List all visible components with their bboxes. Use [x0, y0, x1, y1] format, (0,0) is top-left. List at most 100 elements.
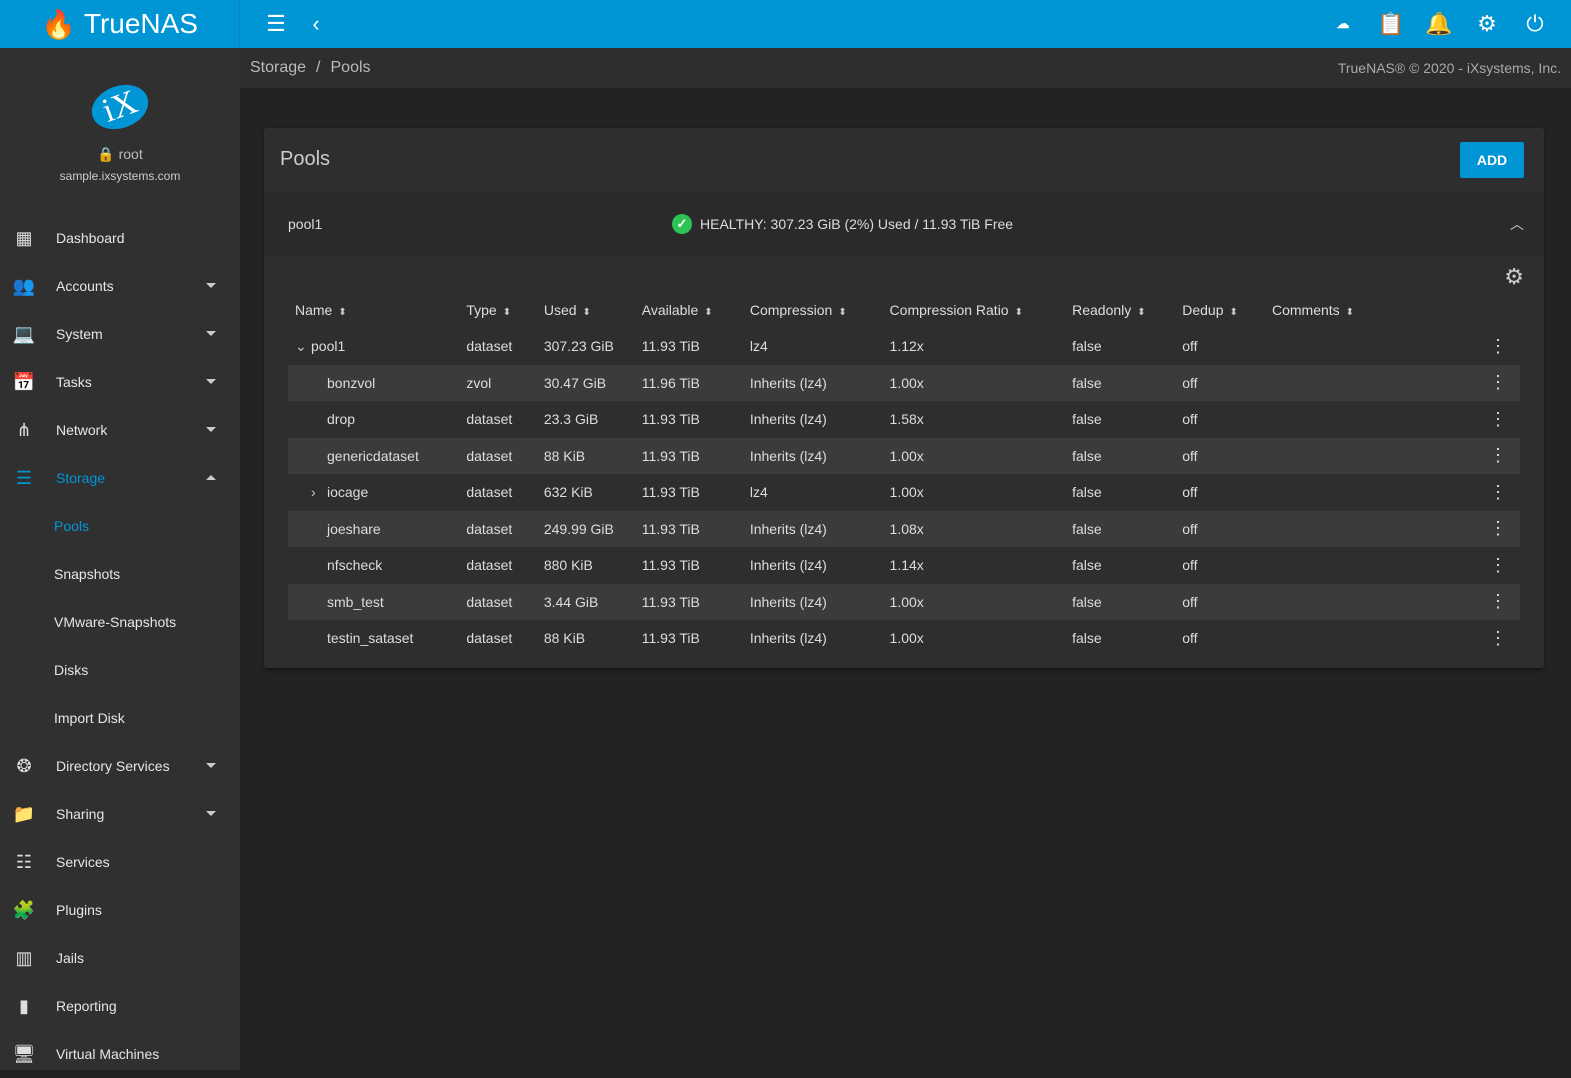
column-header-dedup[interactable]: Dedup ⬍ [1175, 292, 1265, 328]
add-button[interactable]: ADD [1460, 142, 1524, 178]
people-icon: 👥 [12, 275, 36, 296]
sidebar-item-storage[interactable]: ☰ Storage [0, 454, 240, 502]
sidebar-item-import-disk[interactable]: Import Disk [0, 694, 240, 742]
breadcrumb-storage[interactable]: Storage [250, 59, 306, 77]
more-vert-icon[interactable]: ⋮ [1469, 328, 1520, 365]
caret-down-icon [206, 283, 216, 288]
sidebar-item-virtual-machines[interactable]: 🖥 Virtual Machines [0, 1030, 240, 1078]
more-vert-icon[interactable]: ⋮ [1468, 364, 1520, 401]
more-vert-icon[interactable]: ⋮ [1469, 620, 1520, 657]
cell-name: pool1 [311, 337, 346, 354]
chevron-up-icon[interactable]: ︿ [1510, 214, 1524, 234]
sidebar-item-label: Dashboard [56, 230, 125, 246]
column-header-compression[interactable]: Compression ⬍ [743, 292, 883, 328]
table-row[interactable]: drop dataset 23.3 GiB 11.93 TiB Inherits (lz… [288, 401, 1520, 438]
sidebar-item-reporting[interactable]: ▮ Reporting [0, 982, 240, 1030]
truenas-logo[interactable]: 🔥 TrueNAS [0, 0, 240, 48]
clipboard-icon[interactable]: 📋 [1371, 4, 1411, 44]
column-header-type[interactable]: Type ⬍ [459, 292, 537, 328]
table-row[interactable]: nfscheck dataset 880 KiB 11.93 TiB Inherits … [288, 547, 1520, 584]
more-vert-icon[interactable]: ⋮ [1468, 583, 1520, 620]
caret-down-icon [206, 331, 216, 336]
sort-icon[interactable]: ⬍ [838, 307, 846, 318]
sidebar-item-disks[interactable]: Disks [0, 646, 240, 694]
table-row[interactable]: ⌄ pool1 dataset 307.23 GiB 11.93 TiB lz4 1.12x… [288, 328, 1520, 365]
cell-used: 23.3 GiB [543, 411, 599, 428]
more-vert-icon[interactable]: ⋮ [1469, 401, 1520, 438]
bell-icon[interactable]: 🔔 [1419, 4, 1459, 44]
sidebar-item-sharing[interactable]: 📁 Sharing [0, 790, 240, 838]
back-button[interactable]: ‹ [296, 4, 336, 44]
sidebar-item-tasks[interactable]: 📅 Tasks [0, 358, 240, 406]
sort-icon[interactable]: ⬍ [583, 307, 591, 318]
actions-header [1469, 292, 1520, 328]
sort-icon[interactable]: ⬍ [1346, 307, 1354, 318]
column-header-compression-ratio[interactable]: Compression Ratio ⬍ [883, 292, 1066, 328]
chevron-down-icon[interactable]: ⌄ [295, 338, 311, 355]
flame-icon: 🔥 [41, 8, 76, 40]
cell-comments [1264, 583, 1469, 620]
pool-header[interactable]: pool1 ✓ HEALTHY: 307.23 GiB (2%) Used / 1… [264, 192, 1544, 256]
cell-used: 307.23 GiB [543, 338, 614, 355]
sidebar-item-label: Jails [56, 950, 85, 966]
sort-icon[interactable]: ⬍ [338, 307, 346, 318]
table-row[interactable]: smb_test dataset 3.44 GiB 11.93 TiB Inherits… [288, 583, 1520, 620]
sidebar-item-snapshots[interactable]: Snapshots [0, 550, 240, 598]
sidebar-item-label: Network [56, 422, 108, 438]
chevron-right-icon[interactable]: › [311, 484, 327, 500]
ix-logo: iX [85, 77, 155, 137]
sidebar-item-jails[interactable]: ▥ Jails [0, 934, 240, 982]
sidebar-item-vmware-snapshots[interactable]: VMware-Snapshots [0, 598, 240, 646]
column-header-comments[interactable]: Comments ⬍ [1265, 292, 1469, 328]
sidebar-item-services[interactable]: ☷ Services [0, 838, 240, 886]
cell-comments [1265, 328, 1469, 365]
sidebar-item-pools[interactable]: Pools [0, 502, 240, 550]
menu-toggle-button[interactable]: ☰ [256, 4, 296, 44]
cell-type: dataset [459, 510, 537, 547]
sidebar-item-label: Directory Services [56, 758, 170, 774]
column-header-readonly[interactable]: Readonly ⬍ [1065, 292, 1175, 328]
cell-compression-ratio: 1.00x [889, 484, 924, 501]
table-row[interactable]: testin_sataset dataset 88 KiB 11.93 TiB Inhe… [288, 620, 1520, 657]
sidebar-item-accounts[interactable]: 👥 Accounts [0, 262, 240, 310]
more-vert-icon[interactable]: ⋮ [1469, 474, 1520, 511]
cell-compression: Inherits (lz4) [749, 411, 827, 428]
sidebar-item-label: System [56, 326, 103, 342]
column-header-used[interactable]: Used ⬍ [537, 292, 635, 328]
column-header-name[interactable]: Name ⬍ [288, 292, 459, 328]
sort-icon[interactable]: ⬍ [1230, 307, 1238, 318]
sort-icon[interactable]: ⬍ [1015, 307, 1023, 318]
sidebar-item-directory-services[interactable]: ❂ Directory Services [0, 742, 240, 790]
cell-comments [1264, 437, 1469, 474]
column-header-available[interactable]: Available ⬍ [635, 292, 743, 328]
table-row[interactable]: bonzvol zvol 30.47 GiB 11.96 TiB Inherits (l… [288, 364, 1520, 401]
more-vert-icon[interactable]: ⋮ [1468, 510, 1520, 547]
folder-shared-icon: 📁 [12, 803, 36, 824]
cell-compression: Inherits (lz4) [742, 437, 883, 474]
more-vert-icon[interactable]: ⋮ [1468, 437, 1520, 474]
sidebar-item-label: Tasks [56, 374, 92, 390]
sidebar-item-network[interactable]: ⋔ Network [0, 406, 240, 454]
cell-name: joeshare [327, 520, 381, 537]
laptop-icon: 💻 [12, 323, 36, 344]
table-row[interactable]: › iocage dataset 632 KiB 11.93 TiB lz4 1.00x fa… [288, 474, 1520, 511]
sort-icon[interactable]: ⬍ [704, 307, 712, 318]
table-row[interactable]: joeshare dataset 249.99 GiB 11.93 TiB Inheri… [288, 510, 1520, 547]
gear-icon[interactable]: ⚙ [1467, 4, 1507, 44]
cell-type: dataset [466, 338, 513, 355]
more-vert-icon[interactable]: ⋮ [1469, 547, 1520, 584]
table-row[interactable]: genericdataset dataset 88 KiB 11.93 TiB Inhe… [288, 437, 1520, 474]
sort-icon[interactable]: ⬍ [503, 307, 511, 318]
sort-icon[interactable]: ⬍ [1137, 307, 1145, 318]
check-circle-icon: ✓ [672, 214, 692, 234]
table-settings-gear-icon[interactable]: ⚙ [1504, 264, 1524, 290]
sidebar-item-dashboard[interactable]: ▦ Dashboard [0, 214, 240, 262]
sidebar-item-plugins[interactable]: 🧩 Plugins [0, 886, 240, 934]
ha-cloud-icon[interactable]: ☁ [1323, 4, 1363, 44]
power-icon[interactable]: ⏻ [1515, 4, 1555, 44]
cell-readonly: false [1072, 557, 1102, 574]
cell-readonly: false [1065, 437, 1176, 474]
puzzle-icon: 🧩 [12, 899, 36, 920]
sidebar-item-system[interactable]: 💻 System [0, 310, 240, 358]
lock-icon: 🔒 [97, 146, 115, 162]
